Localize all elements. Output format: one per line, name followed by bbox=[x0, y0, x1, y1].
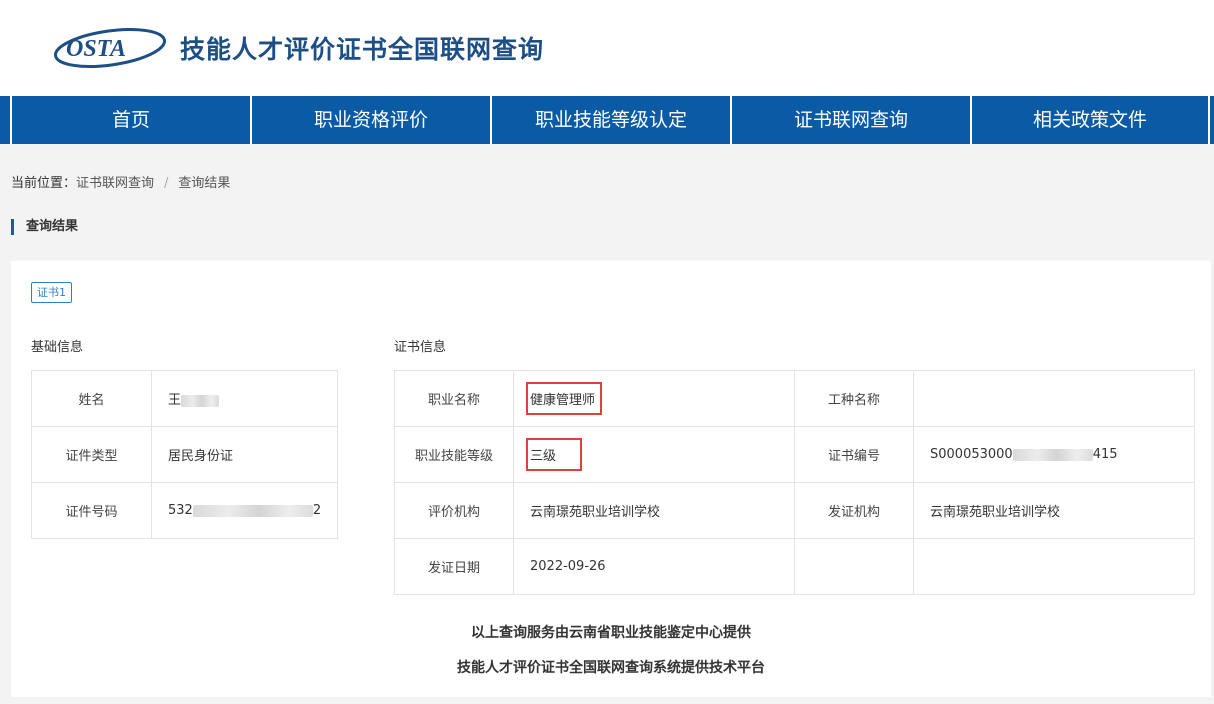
occupation-label: 职业名称 bbox=[394, 370, 514, 427]
result-panel: 证书1 基础信息 证书信息 姓名 王 证件类型 居民身份证 证件号码 532 2 … bbox=[11, 261, 1211, 697]
footer-service-provider: 以上查询服务由云南省职业技能鉴定中心提供 bbox=[471, 625, 751, 641]
section-title: 查询结果 bbox=[11, 219, 78, 235]
name-label: 姓名 bbox=[31, 370, 152, 427]
certificate-tab[interactable]: 证书1 bbox=[31, 282, 72, 303]
occupation-value: 健康管理师 bbox=[513, 370, 795, 427]
job-type-value bbox=[913, 370, 1195, 427]
redacted-mask bbox=[192, 504, 313, 517]
nav-item-policy-documents[interactable]: 相关政策文件 bbox=[970, 96, 1210, 144]
id-number-label: 证件号码 bbox=[31, 482, 152, 539]
evaluation-org-label: 评价机构 bbox=[394, 482, 514, 539]
osta-logo-icon[interactable]: OSTA bbox=[52, 24, 168, 70]
page-bottom bbox=[0, 697, 1214, 704]
svg-text:OSTA: OSTA bbox=[66, 36, 126, 62]
basic-info-table: 姓名 王 证件类型 居民身份证 证件号码 532 2 bbox=[31, 370, 338, 539]
table-row: 评价机构 云南璟苑职业培训学校 发证机构 云南璟苑职业培训学校 bbox=[394, 482, 1195, 539]
table-row: 职业名称 健康管理师 工种名称 bbox=[394, 370, 1195, 427]
site-header: OSTA 技能人才评价证书全国联网查询 bbox=[0, 0, 1214, 96]
issuing-org-label: 发证机构 bbox=[794, 482, 914, 539]
table-row: 证件类型 居民身份证 bbox=[31, 426, 338, 483]
nav-item-skill-level-certification[interactable]: 职业技能等级认定 bbox=[490, 96, 730, 144]
cert-number-label: 证书编号 bbox=[794, 426, 914, 483]
issuing-org-value: 云南璟苑职业培训学校 bbox=[913, 482, 1195, 539]
issue-date-value: 2022-09-26 bbox=[513, 538, 795, 595]
id-number-suffix: 2 bbox=[312, 503, 322, 518]
redacted-mask bbox=[181, 394, 220, 407]
skill-level-value: 三级 bbox=[513, 426, 795, 483]
site-title: 技能人才评价证书全国联网查询 bbox=[180, 35, 545, 64]
table-row: 发证日期 2022-09-26 bbox=[394, 538, 1195, 595]
id-number-value: 532 2 bbox=[151, 482, 338, 539]
breadcrumb-separator: / bbox=[164, 176, 169, 191]
breadcrumb-item-certificate-query[interactable]: 证书联网查询 bbox=[76, 176, 154, 191]
occupation-highlight: 健康管理师 bbox=[526, 382, 603, 415]
cert-info-title: 证书信息 bbox=[394, 340, 447, 355]
empty-value bbox=[913, 538, 1195, 595]
redacted-mask bbox=[1012, 448, 1093, 461]
table-row: 职业技能等级 三级 证书编号 S000053000 415 bbox=[394, 426, 1195, 483]
main-nav: 首页 职业资格评价 职业技能等级认定 证书联网查询 相关政策文件 bbox=[0, 96, 1214, 144]
job-type-label: 工种名称 bbox=[794, 370, 914, 427]
name-value-text: 王 bbox=[168, 393, 182, 408]
skill-level-highlight: 三级 bbox=[526, 438, 583, 471]
table-row: 证件号码 532 2 bbox=[31, 482, 338, 539]
breadcrumb-item-query-result: 查询结果 bbox=[178, 176, 231, 191]
id-type-label: 证件类型 bbox=[31, 426, 152, 483]
name-value: 王 bbox=[151, 370, 338, 427]
footer-tech-platform: 技能人才评价证书全国联网查询系统提供技术平台 bbox=[457, 660, 765, 676]
evaluation-org-value: 云南璟苑职业培训学校 bbox=[513, 482, 795, 539]
nav-item-qualification-evaluation[interactable]: 职业资格评价 bbox=[250, 96, 490, 144]
id-number-prefix: 532 bbox=[168, 503, 193, 518]
breadcrumb: 当前位置：证书联网查询 / 查询结果 bbox=[11, 172, 230, 191]
cert-number-prefix: S000053000 bbox=[930, 447, 1013, 462]
cert-number-suffix: 415 bbox=[1092, 447, 1118, 462]
nav-item-certificate-query[interactable]: 证书联网查询 bbox=[730, 96, 970, 144]
id-type-value: 居民身份证 bbox=[151, 426, 338, 483]
table-row: 姓名 王 bbox=[31, 370, 338, 427]
skill-level-label: 职业技能等级 bbox=[394, 426, 514, 483]
breadcrumb-prefix: 当前位置： bbox=[11, 176, 77, 191]
cert-number-value: S000053000 415 bbox=[913, 426, 1195, 483]
nav-item-home[interactable]: 首页 bbox=[10, 96, 250, 144]
empty-label bbox=[794, 538, 914, 595]
basic-info-title: 基础信息 bbox=[31, 340, 84, 355]
issue-date-label: 发证日期 bbox=[394, 538, 514, 595]
cert-info-table: 职业名称 健康管理师 工种名称 职业技能等级 三级 证书编号 S00005300… bbox=[394, 370, 1195, 595]
